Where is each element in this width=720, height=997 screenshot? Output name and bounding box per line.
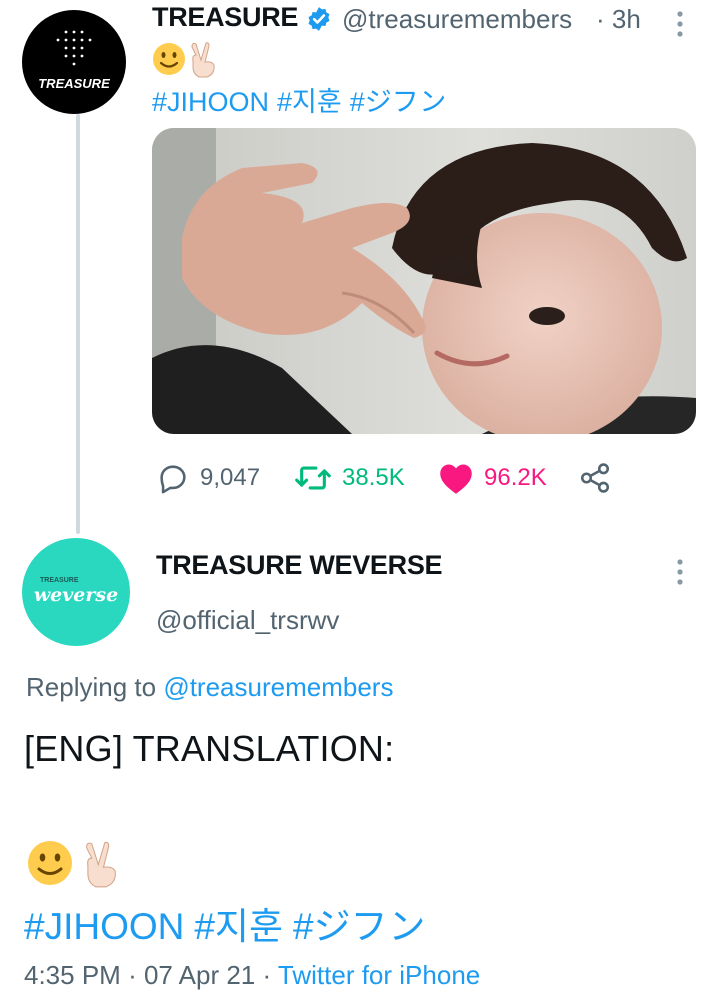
stars-logo-icon xyxy=(56,30,92,66)
more-options-icon[interactable] xyxy=(672,556,688,588)
hashtag-link[interactable]: #JIHOON xyxy=(24,906,184,947)
replying-to-line: Replying to @treasuremembers xyxy=(26,672,393,703)
hashtag-link[interactable]: #지훈 xyxy=(194,906,283,947)
more-options-icon[interactable] xyxy=(672,8,688,40)
tweet-timestamp[interactable]: 4:35 PM xyxy=(24,960,121,990)
tweet-hashtags: #JIHOON #지훈 #ジフン xyxy=(152,80,454,119)
tweet-time[interactable]: · 3h xyxy=(596,4,641,35)
selfie-photo-image xyxy=(152,128,696,434)
like-count: 96.2K xyxy=(484,464,547,491)
slightly-smiling-face-icon xyxy=(153,43,185,75)
reply-emojis xyxy=(28,841,116,888)
avatar-logo-text: TREASURE xyxy=(38,76,110,91)
tweet-date[interactable]: 07 Apr 21 xyxy=(144,960,255,990)
reply-count: 9,047 xyxy=(200,464,261,491)
like-button[interactable]: 96.2K xyxy=(438,458,547,498)
reply-author-name[interactable]: TREASURE WEVERSE xyxy=(156,550,443,581)
replying-to-mention[interactable]: @treasuremembers xyxy=(163,672,393,702)
victory-hand-icon xyxy=(191,42,215,78)
tweet-footer: 4:35 PM · 07 Apr 21 · Twitter for iPhone xyxy=(24,960,481,990)
slightly-smiling-face-icon xyxy=(28,841,72,885)
tweet-photo[interactable] xyxy=(152,128,696,434)
retweet-count: 38.5K xyxy=(342,464,405,491)
share-icon xyxy=(580,463,610,493)
author-handle[interactable]: @treasuremembers xyxy=(342,4,590,35)
hashtag-link[interactable]: #ジフン xyxy=(293,906,425,947)
verified-badge-icon xyxy=(308,7,330,31)
treasure-avatar[interactable]: TREASURE xyxy=(22,10,126,114)
thread-connector-line xyxy=(76,114,80,534)
weverse-avatar[interactable]: TREASURE weverse xyxy=(22,538,130,646)
reply-button[interactable]: 9,047 xyxy=(156,458,260,498)
retweet-icon xyxy=(295,466,331,490)
replying-prefix: Replying to xyxy=(26,672,157,702)
reply-body-title: [ENG] TRANSLATION: xyxy=(24,728,395,769)
victory-hand-icon xyxy=(86,841,116,888)
hashtag-link[interactable]: #ジフン xyxy=(350,87,447,117)
reply-hashtags: #JIHOON #지훈 #ジフン xyxy=(24,896,435,950)
hashtag-link[interactable]: #지훈 xyxy=(277,87,342,117)
share-button[interactable] xyxy=(578,458,622,498)
author-name[interactable]: TREASURE xyxy=(152,2,298,33)
reply-author-handle[interactable]: @official_trsrwv xyxy=(156,605,339,636)
avatar-brand-text: weverse xyxy=(33,584,119,606)
reply-icon xyxy=(160,465,186,494)
heart-icon xyxy=(440,464,472,494)
tweet-source[interactable]: Twitter for iPhone xyxy=(278,960,480,990)
hashtag-link[interactable]: #JIHOON xyxy=(152,87,269,117)
tweet-emojis xyxy=(153,42,215,78)
retweet-button[interactable]: 38.5K xyxy=(294,458,405,498)
avatar-small-text: TREASURE xyxy=(40,577,79,584)
